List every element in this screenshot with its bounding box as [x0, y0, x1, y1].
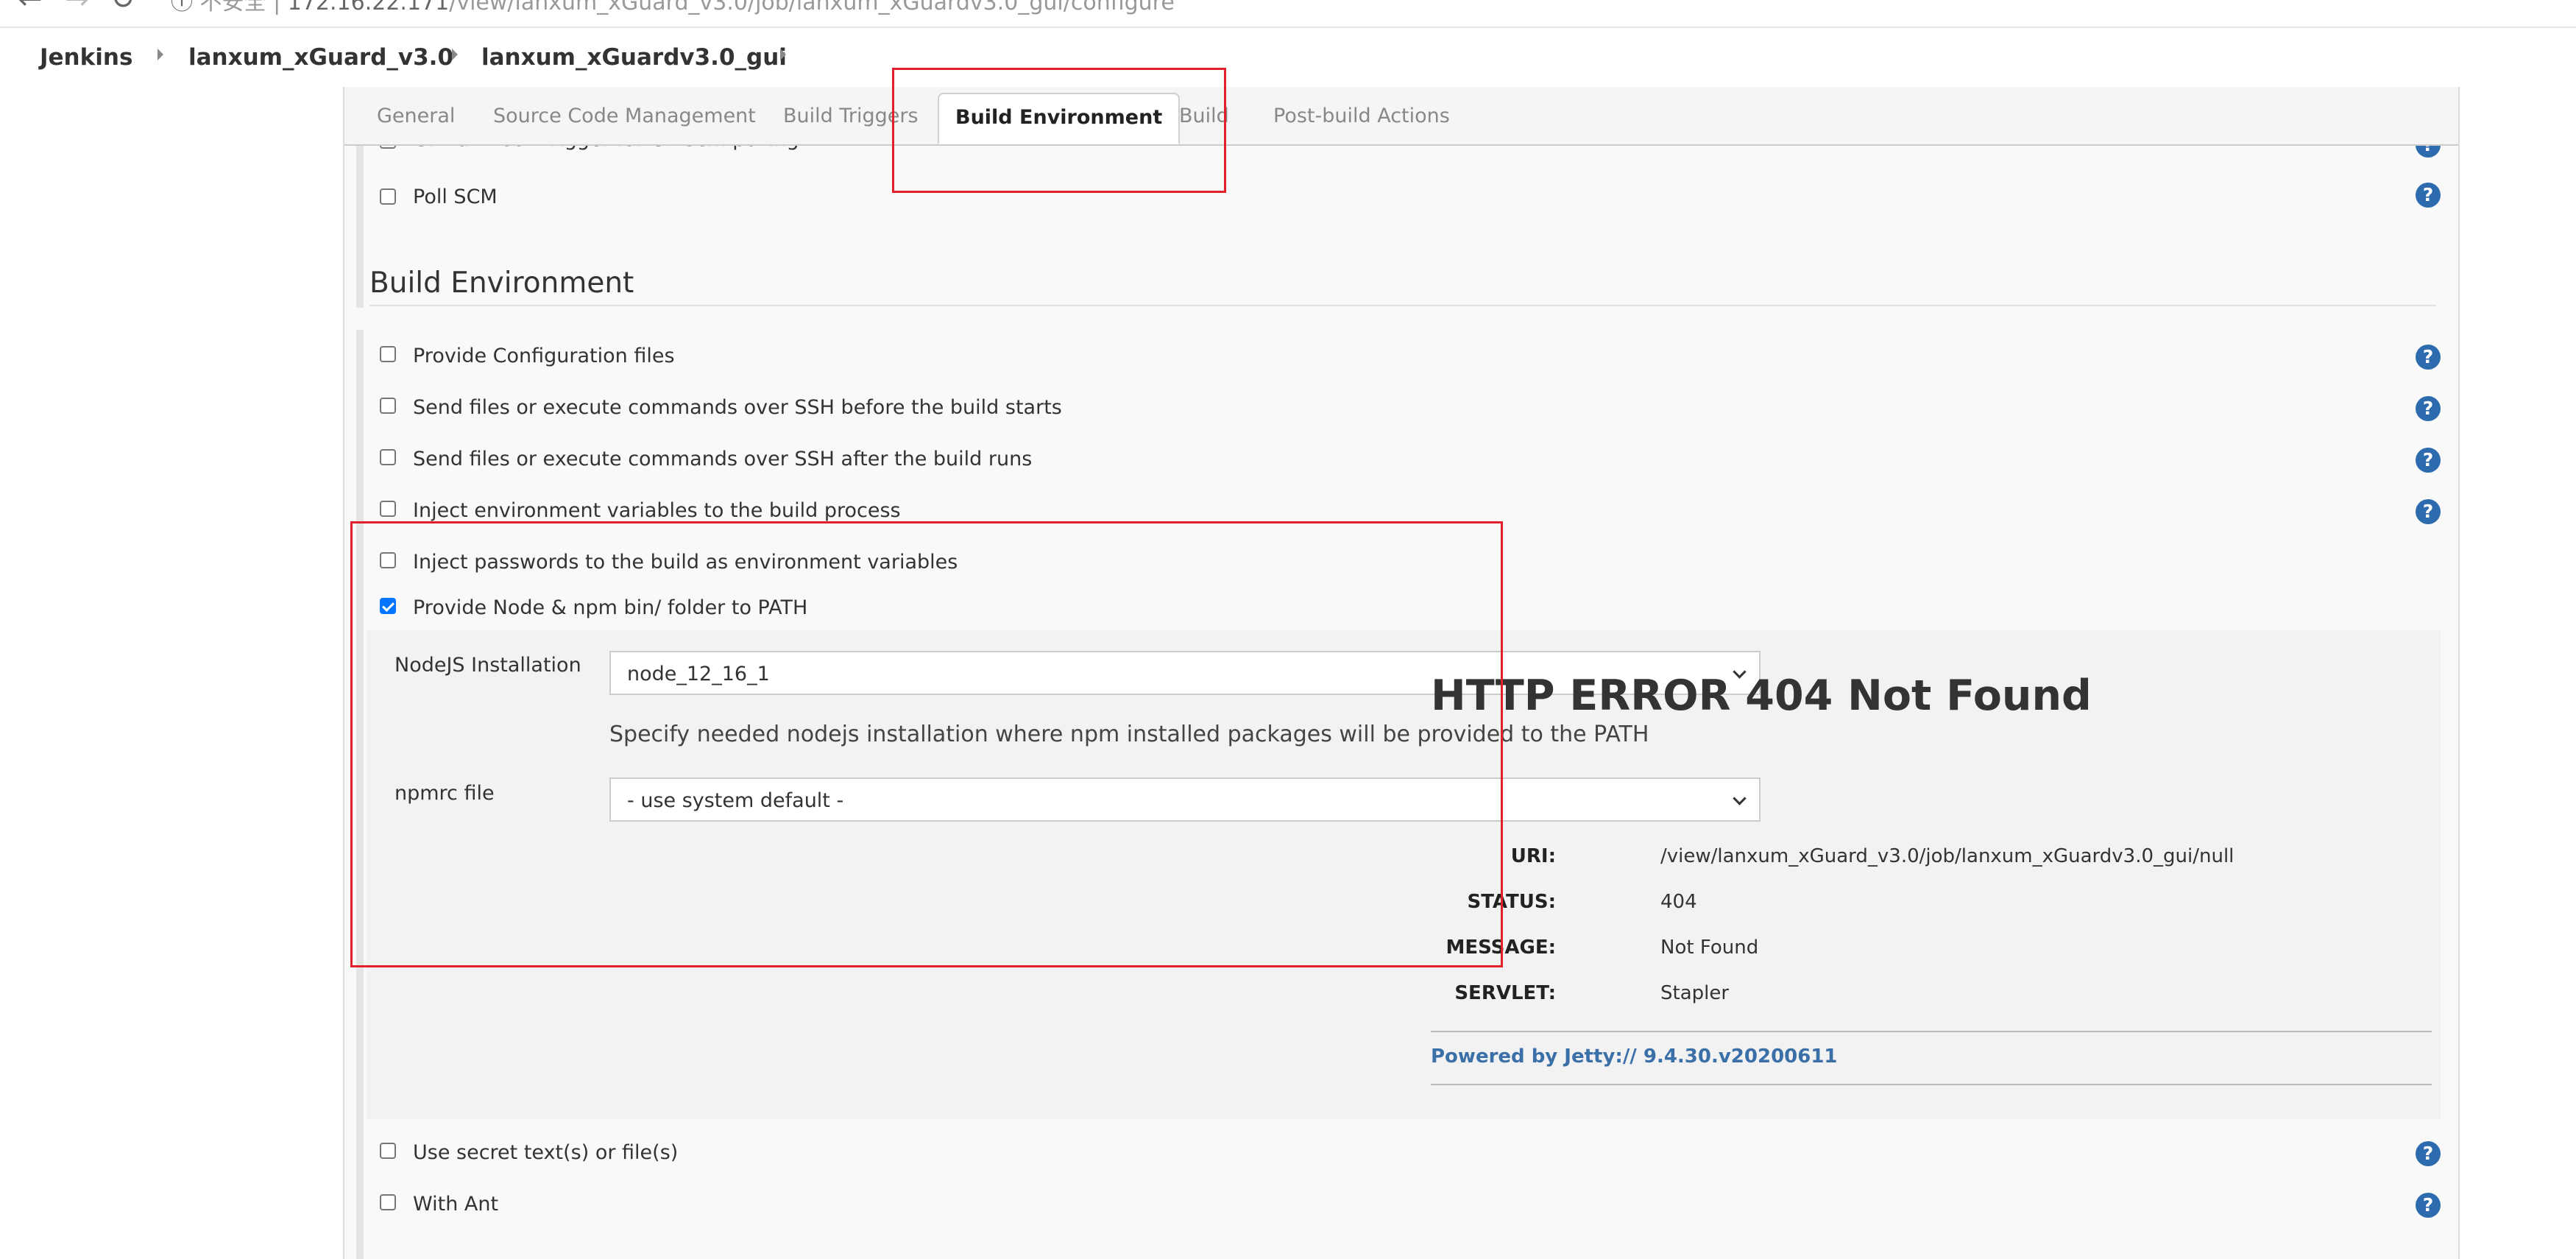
help-icon[interactable]: ?: [2416, 499, 2441, 524]
section-title: Build Environment: [369, 267, 634, 300]
option-ssh-before-build[interactable]: Send files or execute commands over SSH …: [344, 387, 2458, 431]
browser-address-bar: ← → ↻ ⓘ 不安全 | 172.16.22.171/view/lanxum_…: [0, 0, 2576, 28]
help-icon[interactable]: ?: [2416, 1141, 2441, 1166]
option-checkbox[interactable]: [380, 346, 396, 362]
error-servlet-value: Stapler: [1660, 982, 1730, 1004]
security-label: 不安全: [199, 0, 266, 15]
help-icon[interactable]: ?: [2416, 1193, 2441, 1218]
poll-scm-label: Poll SCM: [413, 186, 498, 208]
error-servlet-key: SERVLET:: [1454, 982, 1556, 1004]
tab-source-code-management[interactable]: Source Code Management: [493, 105, 756, 127]
option-label: Send files or execute commands over SSH …: [413, 396, 1062, 419]
section-divider: [369, 305, 2436, 306]
breadcrumb: Jenkins lanxum_xGuard_v3.0 lanxum_xGuard…: [0, 29, 2576, 87]
help-icon[interactable]: ?: [2416, 448, 2441, 473]
option-secret-text[interactable]: Use secret text(s) or file(s) ?: [344, 1132, 2458, 1177]
error-divider: [1431, 1031, 2432, 1032]
help-icon[interactable]: ?: [2416, 183, 2441, 208]
error-status-value: 404: [1660, 891, 1697, 913]
breadcrumb-chevron-icon[interactable]: [452, 49, 458, 60]
option-label: Use secret text(s) or file(s): [413, 1141, 679, 1164]
error-message-value: Not Found: [1660, 937, 1759, 959]
option-label: Inject environment variables to the buil…: [413, 499, 901, 522]
tab-general[interactable]: General: [377, 105, 455, 127]
breadcrumb-chevron-icon[interactable]: [780, 49, 786, 60]
option-label: Provide Configuration files: [413, 345, 675, 367]
url-host: 172.16.22.171: [287, 0, 450, 15]
option-with-ant[interactable]: With Ant ?: [344, 1184, 2458, 1228]
tab-post-build-actions[interactable]: Post-build Actions: [1273, 105, 1450, 127]
address-url[interactable]: ⓘ 不安全 | 172.16.22.171/view/lanxum_xGuard…: [171, 0, 1175, 16]
error-uri-value: /view/lanxum_xGuard_v3.0/job/lanxum_xGua…: [1660, 845, 2234, 867]
option-checkbox[interactable]: [380, 1194, 396, 1210]
option-label: Send files or execute commands over SSH …: [413, 448, 1033, 470]
option-label: With Ant: [413, 1193, 499, 1216]
trigger-poll-scm[interactable]: Poll SCM ?: [344, 177, 2458, 221]
chevron-down-icon: [1733, 791, 1747, 805]
back-icon[interactable]: ←: [18, 0, 43, 16]
forward-icon[interactable]: →: [65, 0, 90, 16]
reload-icon[interactable]: ↻: [110, 0, 135, 16]
config-tabs: General Source Code Management Build Tri…: [344, 87, 2458, 146]
breadcrumb-chevron-icon[interactable]: [158, 49, 163, 60]
option-checkbox[interactable]: [380, 449, 396, 465]
option-provide-config-files[interactable]: Provide Configuration files ?: [344, 336, 2458, 380]
breadcrumb-folder[interactable]: lanxum_xGuard_v3.0: [188, 44, 453, 71]
option-ssh-after-build[interactable]: Send files or execute commands over SSH …: [344, 439, 2458, 483]
help-icon[interactable]: ?: [2416, 396, 2441, 421]
annotation-box-node-config: [350, 521, 1503, 967]
option-checkbox[interactable]: [380, 398, 396, 414]
option-checkbox[interactable]: [380, 501, 396, 517]
option-checkbox[interactable]: [380, 1143, 396, 1159]
url-path: /view/lanxum_xGuard_v3.0/job/lanxum_xGua…: [449, 0, 1175, 15]
http-error-panel: HTTP ERROR 404 Not Found URI: /view/lanx…: [1431, 671, 2439, 1085]
poll-scm-checkbox[interactable]: [380, 188, 396, 205]
jetty-powered-link[interactable]: Powered by Jetty:// 9.4.30.v20200611: [1431, 1045, 1838, 1068]
error-title: HTTP ERROR 404 Not Found: [1431, 671, 2092, 720]
error-divider: [1431, 1084, 2432, 1085]
breadcrumb-jenkins[interactable]: Jenkins: [40, 44, 132, 71]
annotation-box-tab: [892, 68, 1226, 193]
info-icon: ⓘ: [171, 0, 193, 15]
help-icon[interactable]: ?: [2416, 345, 2441, 370]
breadcrumb-job[interactable]: lanxum_xGuardv3.0_gui: [481, 44, 787, 71]
